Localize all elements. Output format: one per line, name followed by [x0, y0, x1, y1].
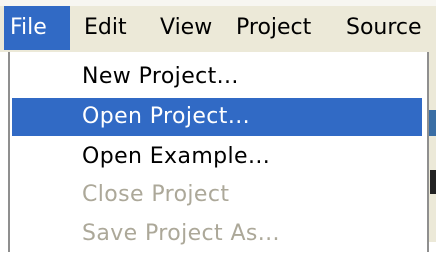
- menu-item-open-example[interactable]: Open Example...: [10, 138, 427, 176]
- menu-source[interactable]: Source: [344, 6, 436, 50]
- background-window-edge: [429, 52, 436, 242]
- menu-item-new-project[interactable]: New Project...: [10, 58, 427, 96]
- menu-item-open-project[interactable]: Open Project...: [12, 98, 422, 136]
- file-dropdown-menu: New Project... Open Project... Open Exam…: [8, 52, 429, 252]
- menu-view[interactable]: View: [152, 6, 232, 50]
- menu-edit[interactable]: Edit: [76, 6, 146, 50]
- background-window-content: [430, 170, 436, 194]
- background-window-titlebar: [429, 110, 436, 136]
- menu-file[interactable]: File: [4, 6, 70, 50]
- menu-bar: File Edit View Project Source: [0, 0, 436, 52]
- menu-project[interactable]: Project: [232, 6, 342, 50]
- menu-item-close-project: Close Project: [82, 182, 230, 207]
- menu-item-save-project-as: Save Project As...: [82, 221, 280, 246]
